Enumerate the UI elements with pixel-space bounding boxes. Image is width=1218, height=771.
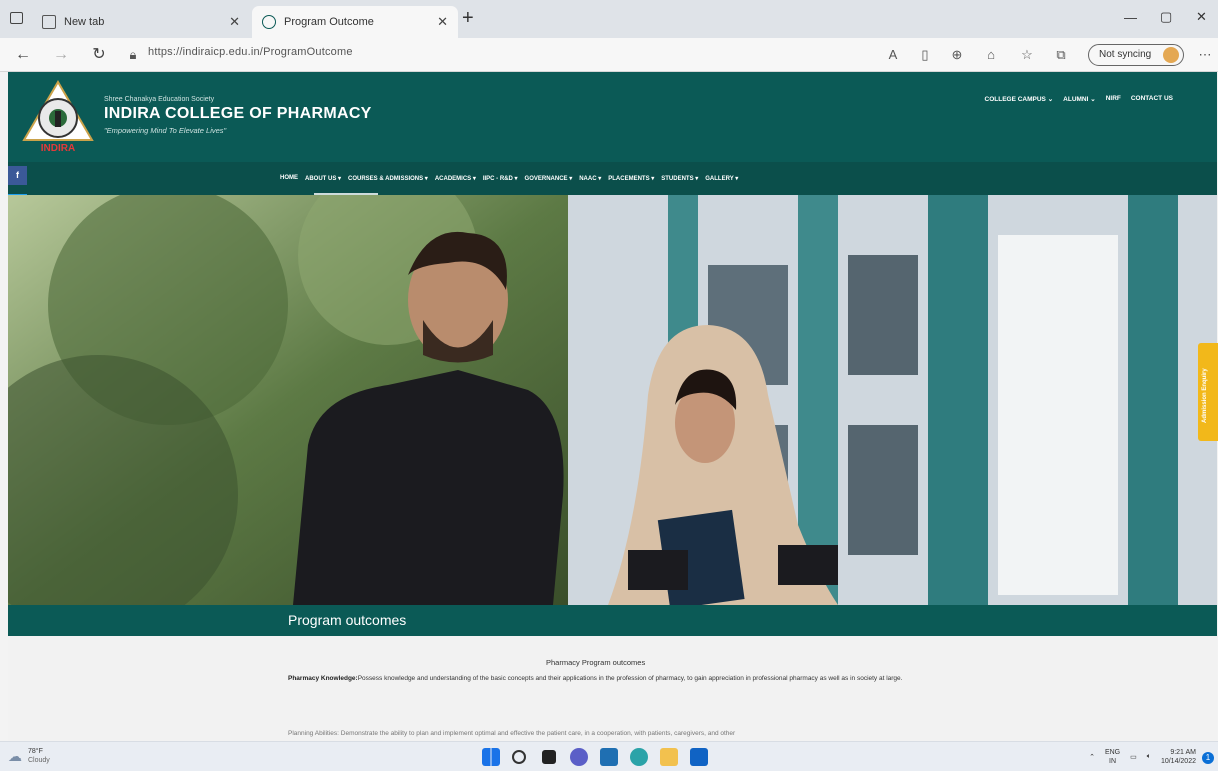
college-logo[interactable]: INDIRA xyxy=(20,78,96,156)
notification-badge[interactable]: 1 xyxy=(1202,752,1214,764)
outcome-1-label: Pharmacy Knowledge: xyxy=(288,675,358,682)
read-aloud-icon[interactable]: A xyxy=(884,47,902,62)
top-link-nirf[interactable]: NIRF xyxy=(1106,95,1121,103)
search-icon[interactable] xyxy=(512,750,526,764)
refresh-button[interactable]: ↻ xyxy=(88,44,110,66)
admission-enquiry-label: Admission Enquiry xyxy=(1202,368,1208,423)
page-title: Program outcomes xyxy=(288,612,407,628)
admission-enquiry-tab[interactable]: Admission Enquiry xyxy=(1198,343,1218,441)
region-code: IN xyxy=(1109,758,1117,765)
new-tab-icon xyxy=(42,15,56,29)
collections-icon[interactable]: ⧉ xyxy=(1052,47,1070,63)
menu-item-governance[interactable]: GOVERNANCE ▾ xyxy=(525,175,573,182)
menu-item-iipc[interactable]: IIPC - R&D ▾ xyxy=(483,175,518,182)
tab-actions-icon[interactable] xyxy=(10,12,23,24)
close-tab-icon[interactable]: ✕ xyxy=(437,14,448,30)
college-name[interactable]: INDIRA COLLEGE OF PHARMACY xyxy=(104,105,372,123)
menu-item-academics[interactable]: ACADEMICS ▾ xyxy=(435,175,476,182)
tab-label: Program Outcome xyxy=(284,16,374,28)
menu-bar: HOME ABOUT US ▾ COURSES & ADMISSIONS ▾ A… xyxy=(280,175,738,182)
outcome-paragraph-2: Planning Abilities: Demonstrate the abil… xyxy=(288,730,736,737)
new-tab-button[interactable]: + xyxy=(462,7,474,30)
windows-taskbar: ☁ 78°F Cloudy ⌃ ENG IN ▭ 🔈︎ 9:21 AM 10/1… xyxy=(0,741,1218,771)
network-icon[interactable]: ▭ xyxy=(1130,753,1137,761)
tab-program-outcome[interactable]: Program Outcome ✕ xyxy=(252,6,458,38)
edge-browser-icon[interactable] xyxy=(630,748,648,766)
facebook-icon[interactable]: f xyxy=(8,166,27,185)
windows-start-icon[interactable] xyxy=(482,748,500,766)
outlook-icon[interactable] xyxy=(690,748,708,766)
show-hidden-icons[interactable]: ⌃ xyxy=(1089,753,1095,761)
main-navigation: HOME ABOUT US ▾ COURSES & ADMISSIONS ▾ A… xyxy=(8,162,1217,195)
more-menu-icon[interactable]: ⋯ xyxy=(1196,47,1214,63)
url-field[interactable]: https://indiraicp.edu.in/ProgramOutcome xyxy=(148,46,353,58)
browser-address-bar: ← → ↻ 🔒︎ https://indiraicp.edu.in/Progra… xyxy=(0,38,1218,72)
lang-code: ENG xyxy=(1104,749,1121,756)
weather-widget[interactable]: ☁ 78°F Cloudy xyxy=(8,747,50,765)
lock-icon[interactable]: 🔒︎ xyxy=(124,47,142,63)
forward-button[interactable]: → xyxy=(50,44,72,66)
menu-item-students[interactable]: STUDENTS ▾ xyxy=(661,175,698,182)
task-view-icon[interactable] xyxy=(542,750,556,764)
volume-icon[interactable]: 🔈︎ xyxy=(1147,753,1151,761)
site-header: INDIRA Shree Chanakya Education Society … xyxy=(8,72,1217,162)
zoom-icon[interactable]: ⊕ xyxy=(948,47,966,63)
top-links: COLLEGE CAMPUS ⌄ ALUMNI ⌄ NIRF CONTACT U… xyxy=(985,95,1174,103)
site-favicon-icon xyxy=(262,15,276,29)
clock-time: 9:21 AM xyxy=(1170,749,1196,756)
minimize-button[interactable]: — xyxy=(1124,10,1137,25)
menu-item-gallery[interactable]: GALLERY ▾ xyxy=(705,175,738,182)
college-motto: "Empowering Mind To Elevate Lives" xyxy=(104,126,227,135)
tab-new-tab[interactable]: New tab ✕ xyxy=(32,6,250,38)
browser-tab-bar: New tab ✕ Program Outcome ✕ + — ▢ ✕ xyxy=(0,0,1218,38)
maximize-button[interactable]: ▢ xyxy=(1160,9,1172,25)
system-tray: ⌃ ENG IN ▭ 🔈︎ 9:21 AM 10/14/2022 xyxy=(1089,748,1196,766)
page-title-bar: Program outcomes xyxy=(8,605,1217,636)
immersive-reader-icon[interactable]: ▯ xyxy=(916,47,934,63)
cloud-icon: ☁ xyxy=(8,747,22,764)
weather-temp: 78°F xyxy=(28,748,43,755)
language-indicator[interactable]: ENG IN xyxy=(1105,748,1120,766)
menu-item-courses[interactable]: COURSES & ADMISSIONS ▾ xyxy=(348,175,428,182)
top-link-alumni[interactable]: ALUMNI ⌄ xyxy=(1063,95,1096,103)
extensions-icon[interactable]: ⌂ xyxy=(982,47,1000,62)
file-explorer-icon[interactable] xyxy=(660,748,678,766)
menu-item-placements[interactable]: PLACEMENTS ▾ xyxy=(608,175,654,182)
chat-icon[interactable] xyxy=(570,748,588,766)
sync-label: Not syncing xyxy=(1099,49,1152,60)
favorites-icon[interactable]: ☆ xyxy=(1018,47,1036,63)
avatar xyxy=(1163,47,1179,63)
top-link-campus[interactable]: COLLEGE CAMPUS ⌄ xyxy=(985,95,1054,103)
page-content: Pharmacy Program outcomes Pharmacy Knowl… xyxy=(8,636,1217,741)
outcome-paragraph-1: Pharmacy Knowledge:Possess knowledge and… xyxy=(288,672,928,686)
widgets-icon[interactable] xyxy=(600,748,618,766)
logo-text: INDIRA xyxy=(41,143,75,154)
menu-item-home[interactable]: HOME xyxy=(280,175,298,182)
outcome-1-text: Possess knowledge and understanding of t… xyxy=(357,675,903,682)
content-heading: Pharmacy Program outcomes xyxy=(546,658,646,667)
hero-photo xyxy=(8,195,1217,605)
clock-date: 10/14/2022 xyxy=(1160,758,1196,765)
menu-item-naac[interactable]: NAAC ▾ xyxy=(579,175,601,182)
clock[interactable]: 9:21 AM 10/14/2022 xyxy=(1161,748,1196,766)
weather-desc: Cloudy xyxy=(28,757,50,764)
back-button[interactable]: ← xyxy=(12,44,34,66)
menu-item-about[interactable]: ABOUT US ▾ xyxy=(305,175,341,182)
top-link-contact[interactable]: CONTACT US xyxy=(1131,95,1173,103)
close-window-button[interactable]: ✕ xyxy=(1196,9,1207,25)
close-tab-icon[interactable]: ✕ xyxy=(229,14,240,30)
profile-sync-button[interactable]: Not syncing xyxy=(1088,44,1184,66)
society-name: Shree Chanakya Education Society xyxy=(104,96,215,103)
hero-banner-image xyxy=(8,195,1217,605)
tab-label: New tab xyxy=(64,16,105,28)
